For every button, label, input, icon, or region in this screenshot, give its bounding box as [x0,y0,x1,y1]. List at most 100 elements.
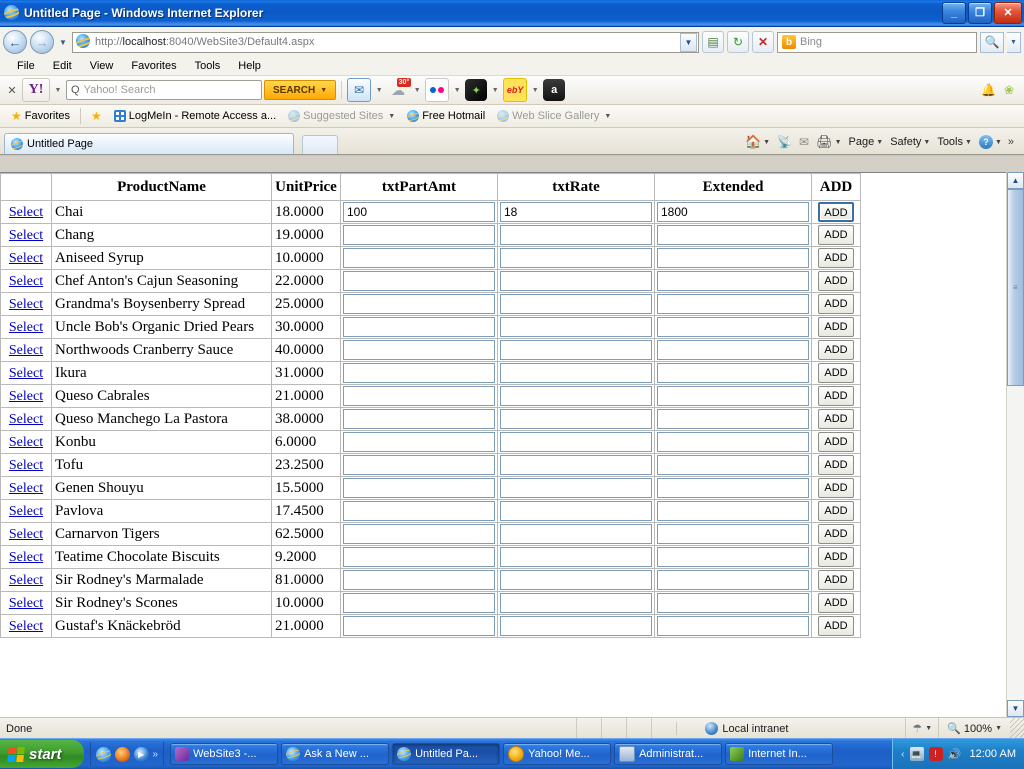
add-button[interactable]: ADD [818,409,854,429]
yahoo-logo-icon[interactable]: Y! [22,78,50,102]
extended-input[interactable] [657,271,809,291]
txtpartamt-input[interactable] [343,547,495,567]
txtrate-input[interactable] [500,225,652,245]
address-dropdown-button[interactable]: ▼ [680,32,697,52]
security-shield-icon[interactable]: ! [928,747,943,761]
home-button[interactable]: 🏠 ▼ [742,132,773,152]
favorite-free-hotmail[interactable]: Free Hotmail [401,110,491,122]
menu-help[interactable]: Help [229,60,270,72]
txtpartamt-input[interactable] [343,248,495,268]
add-button[interactable]: ADD [818,248,854,268]
txtpartamt-input[interactable] [343,478,495,498]
add-button[interactable]: ADD [818,294,854,314]
select-link[interactable]: Select [9,205,43,220]
amazon-icon[interactable]: a [543,79,566,101]
extended-input[interactable] [657,225,809,245]
extended-input[interactable] [657,616,809,636]
taskbar-button[interactable]: Administrat... [614,743,723,765]
txtpartamt-input[interactable] [343,317,495,337]
yahoo-search-button[interactable]: SEARCH ▼ [264,80,337,100]
quick-launch-ie-icon[interactable] [95,746,111,762]
feeds-button[interactable]: 📡 [774,132,795,152]
taskbar-button[interactable]: WebSite3 -... [170,743,279,765]
txtpartamt-input[interactable] [343,570,495,590]
new-tab-button[interactable] [302,135,338,154]
txtpartamt-input[interactable] [343,616,495,636]
txtpartamt-input[interactable] [343,294,495,314]
page-menu-button[interactable]: Page ▼ [846,132,887,152]
txtrate-input[interactable] [500,248,652,268]
safety-menu-button[interactable]: Safety ▼ [887,132,933,152]
command-bar-overflow-button[interactable]: » [1006,136,1016,148]
extended-input[interactable] [657,248,809,268]
select-link[interactable]: Select [9,343,43,358]
txtpartamt-input[interactable] [343,271,495,291]
taskbar-button[interactable]: Ask a New ... [281,743,390,765]
scrollbar-track[interactable]: ≡ [1007,189,1024,700]
menu-view[interactable]: View [81,60,123,72]
add-button[interactable]: ADD [818,616,854,636]
extended-input[interactable] [657,202,809,222]
favorite-suggested-sites[interactable]: Suggested Sites ▼ [282,110,401,122]
txtpartamt-input[interactable] [343,386,495,406]
ebay-dropdown[interactable]: ▼ [529,87,541,94]
select-link[interactable]: Select [9,274,43,289]
txtpartamt-input[interactable] [343,225,495,245]
add-button[interactable]: ADD [818,547,854,567]
add-button[interactable]: ADD [818,432,854,452]
select-link[interactable]: Select [9,619,43,634]
read-mail-button[interactable]: ✉ [796,132,812,152]
compatibility-view-button[interactable]: ▤ [702,31,724,53]
select-link[interactable]: Select [9,527,43,542]
extended-input[interactable] [657,432,809,452]
scroll-up-button[interactable]: ▲ [1007,172,1024,189]
yahoo-search-input[interactable]: Q Yahoo! Search [66,80,262,100]
security-zone-indicator[interactable]: Local intranet [676,722,905,735]
txtpartamt-input[interactable] [343,501,495,521]
menu-file[interactable]: File [8,60,44,72]
txtpartamt-input[interactable] [343,202,495,222]
add-button[interactable]: ADD [818,225,854,245]
taskbar-button[interactable]: Untitled Pa... [392,743,501,765]
extended-input[interactable] [657,478,809,498]
notifications-bell-icon[interactable]: 🔔 [981,83,996,97]
favorites-button[interactable]: ★ Favorites [5,109,76,123]
add-button[interactable]: ADD [818,455,854,475]
txtrate-input[interactable] [500,478,652,498]
add-button[interactable]: ADD [818,363,854,383]
network-icon[interactable]: 💻 [909,747,924,761]
quick-launch-firefox-icon[interactable] [114,746,130,762]
txtpartamt-input[interactable] [343,409,495,429]
add-button[interactable]: ADD [818,317,854,337]
txtrate-input[interactable] [500,524,652,544]
back-button[interactable]: ← [3,30,27,54]
txtpartamt-input[interactable] [343,455,495,475]
extended-input[interactable] [657,294,809,314]
tray-expand-icon[interactable]: ‹ [901,749,904,760]
zoom-level-control[interactable]: 🔍 100% ▼ [938,718,1010,739]
browser-search-input[interactable]: b Bing [777,31,977,53]
tab-untitled-page[interactable]: Untitled Page [4,133,294,154]
select-link[interactable]: Select [9,550,43,565]
txtrate-input[interactable] [500,547,652,567]
answers-icon[interactable]: ✦ [465,79,488,101]
select-link[interactable]: Select [9,389,43,404]
favorite-logmein[interactable]: LogMeIn - Remote Access a... [108,110,282,122]
print-button[interactable]: 🖨 ▼ [813,132,844,152]
help-menu-button[interactable]: ? ▼ [976,132,1005,152]
select-link[interactable]: Select [9,596,43,611]
close-button[interactable]: ✕ [994,2,1022,24]
scroll-down-button[interactable]: ▼ [1007,700,1024,717]
txtpartamt-input[interactable] [343,340,495,360]
mail-dropdown[interactable]: ▼ [373,87,385,94]
extended-input[interactable] [657,317,809,337]
add-button[interactable]: ADD [818,570,854,590]
stop-button[interactable]: ✕ [752,31,774,53]
add-button[interactable]: ADD [818,593,854,613]
page-vertical-scrollbar[interactable]: ▲ ≡ ▼ [1006,172,1024,717]
select-link[interactable]: Select [9,481,43,496]
flickr-icon[interactable] [425,78,450,102]
extended-input[interactable] [657,409,809,429]
scrollbar-thumb[interactable]: ≡ [1007,189,1024,386]
forward-button[interactable]: → [30,30,54,54]
